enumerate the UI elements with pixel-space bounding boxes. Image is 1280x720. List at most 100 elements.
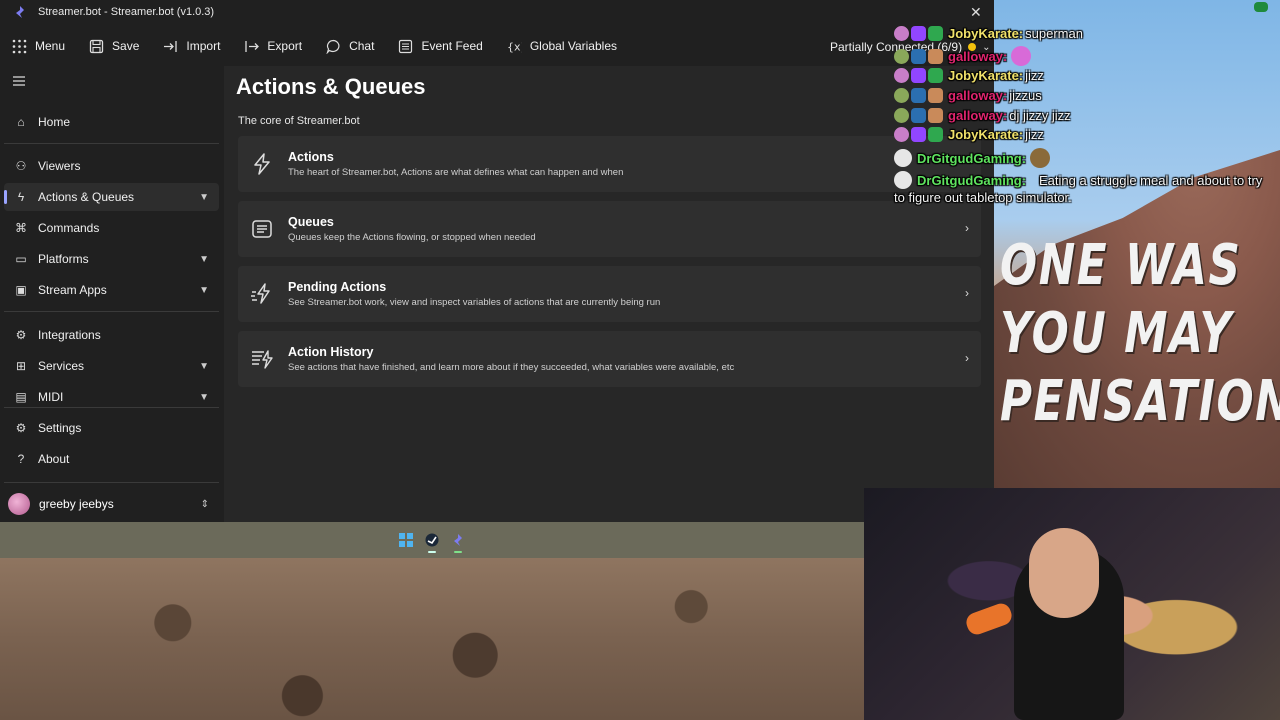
sidebar-item-actions-queues[interactable]: ϟ Actions & Queues ▼	[4, 183, 219, 211]
sidebar-item-settings[interactable]: ⚙ Settings	[4, 414, 219, 442]
webcam-feed	[864, 488, 1280, 720]
live-indicator-icon	[1254, 2, 1268, 12]
menu-button[interactable]: Menu	[0, 30, 77, 62]
chat-message: galloway: jizzus	[894, 88, 1042, 103]
sidebar-item-label: Services	[38, 359, 85, 373]
sidebar-item-label: MIDI	[38, 390, 64, 404]
sidebar-item-stream-apps[interactable]: ▣ Stream Apps ▼	[4, 276, 219, 304]
avatar	[894, 88, 909, 103]
card-description: The heart of Streamer.bot, Actions are w…	[288, 167, 624, 178]
card-description: Queues keep the Actions flowing, or stop…	[288, 232, 536, 243]
global-variables-button[interactable]: {x} Global Variables	[495, 30, 629, 62]
card-title: Queues	[288, 215, 334, 229]
sidebar-item-services[interactable]: ⊞ Services ▼	[4, 352, 219, 380]
sub-badge-icon	[928, 68, 943, 83]
chevron-updown-icon: ⇕	[200, 498, 209, 510]
export-label: Export	[267, 39, 303, 53]
active-indicator	[454, 551, 462, 553]
avatar	[894, 26, 909, 41]
chat-username: galloway:	[948, 108, 1008, 123]
chat-label: Chat	[349, 39, 375, 53]
sidebar-item-integrations[interactable]: ⚙ Integrations	[4, 321, 219, 349]
event-feed-button[interactable]: Event Feed	[386, 30, 494, 62]
chat-text: jizzus	[1009, 88, 1042, 103]
chat-text-wrapped: Eating a struggle meal and about to try …	[894, 173, 1263, 205]
sidebar-item-label: Actions & Queues	[38, 190, 135, 204]
steam-icon[interactable]	[425, 533, 439, 553]
sidebar-item-label: Integrations	[38, 328, 101, 342]
card-pending-actions[interactable]: Pending Actions See Streamer.bot work, v…	[238, 266, 981, 322]
chat-username: DrGitgudGaming:	[917, 150, 1027, 166]
card-queues[interactable]: Queues Queues keep the Actions flowing, …	[238, 201, 981, 257]
chat-username: galloway:	[948, 88, 1008, 103]
card-actions[interactable]: Actions The heart of Streamer.bot, Actio…	[238, 136, 981, 192]
person-badge-icon	[928, 108, 943, 123]
sidebar-item-label: Commands	[38, 221, 100, 235]
event-feed-label: Event Feed	[421, 39, 483, 53]
command-icon: ⌘	[15, 221, 27, 235]
title-bar: Streamer.bot - Streamer.bot (v1.0.3) ✕	[0, 0, 994, 24]
main-content: Actions & Queues The core of Streamer.bo…	[224, 66, 994, 522]
chat-message: DrGitgudGaming:	[894, 148, 1052, 168]
user-switcher[interactable]: greeby jeebys ⇕	[4, 490, 219, 518]
sidebar-item-platforms[interactable]: ▭ Platforms ▼	[4, 245, 219, 273]
windows-start-icon[interactable]	[399, 533, 413, 547]
variables-icon: {x}	[507, 40, 522, 53]
person-badge-icon	[928, 88, 943, 103]
chat-button[interactable]: Chat	[314, 30, 386, 62]
pending-lightning-icon	[251, 283, 270, 304]
divider	[4, 143, 219, 144]
sidebar-item-label: Viewers	[38, 159, 81, 173]
mic-badge-icon	[911, 127, 926, 142]
sidebar-item-viewers[interactable]: ⚇ Viewers	[4, 152, 219, 180]
mic-badge-icon	[911, 68, 926, 83]
hamburger-icon[interactable]	[12, 74, 26, 88]
screen: ONE WAS YOU MAY PENSATION Streamer.bot -…	[0, 0, 1280, 720]
save-icon	[89, 39, 104, 53]
import-button[interactable]: Import	[151, 30, 232, 62]
grid-icon	[12, 39, 27, 53]
chevron-right-icon: ›	[965, 351, 969, 365]
divider	[4, 311, 219, 312]
page-subtitle: The core of Streamer.bot	[238, 115, 360, 127]
avatar	[894, 149, 912, 167]
card-action-history[interactable]: Action History See actions that have fin…	[238, 331, 981, 387]
person-icon: ⚇	[15, 159, 27, 173]
home-icon: ⌂	[17, 115, 25, 129]
chevron-down-icon: ▼	[199, 253, 209, 265]
streamerbot-window: Streamer.bot - Streamer.bot (v1.0.3) ✕ M…	[0, 0, 994, 522]
microphone	[963, 600, 1015, 638]
chat-text: jizz	[1025, 68, 1044, 83]
tool-badge-icon	[911, 108, 926, 123]
chat-text: superman	[1025, 26, 1083, 41]
card-title: Action History	[288, 345, 374, 359]
card-description: See actions that have finished, and lear…	[288, 362, 735, 373]
sidebar-item-label: Settings	[38, 421, 82, 435]
sidebar-item-home[interactable]: ⌂ Home	[4, 108, 219, 136]
save-button[interactable]: Save	[77, 30, 151, 62]
chevron-down-icon: ▼	[199, 191, 209, 203]
svg-text:{x}: {x}	[507, 40, 522, 53]
sign-line: YOU MAY	[1000, 301, 1233, 366]
sign-line: ONE WAS	[1000, 233, 1242, 298]
sidebar-item-commands[interactable]: ⌘ Commands	[4, 214, 219, 242]
sub-badge-icon	[928, 127, 943, 142]
avatar	[8, 493, 30, 515]
lightning-icon: ϟ	[17, 190, 25, 204]
close-icon[interactable]: ✕	[970, 4, 982, 21]
divider	[4, 482, 219, 483]
avatar	[894, 48, 909, 64]
export-button[interactable]: Export	[232, 30, 314, 62]
background-ground	[0, 558, 864, 720]
chevron-down-icon: ▼	[199, 391, 209, 403]
chevron-down-icon: ▼	[199, 360, 209, 372]
sidebar-item-about[interactable]: ? About	[4, 445, 219, 473]
help-icon: ?	[17, 452, 25, 466]
hillside-sign: ONE WAS YOU MAY PENSATION	[1000, 232, 1280, 436]
avatar	[894, 68, 909, 83]
stream-apps-icon: ▣	[15, 283, 27, 297]
chevron-right-icon: ›	[965, 286, 969, 300]
platforms-icon: ▭	[15, 252, 27, 266]
sidebar-item-label: About	[38, 452, 70, 466]
streamerbot-taskbar-icon[interactable]	[451, 533, 465, 553]
